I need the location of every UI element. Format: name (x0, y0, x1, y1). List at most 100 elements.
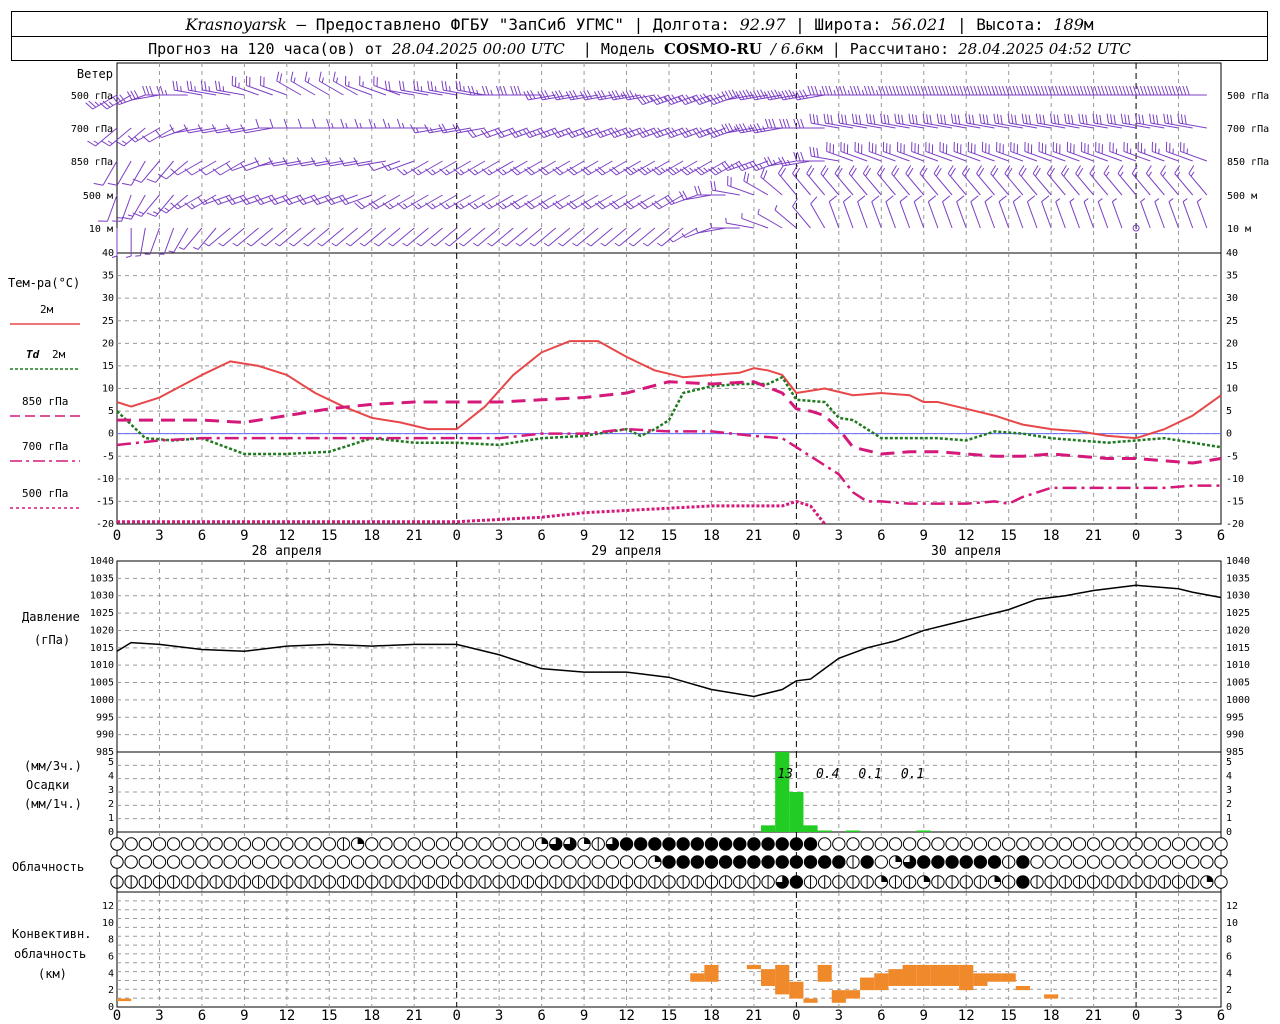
wind-barb-shaft (933, 173, 953, 196)
wind-barb (1083, 198, 1095, 229)
wind-barb (1154, 198, 1165, 229)
wind-barb-shaft (304, 80, 330, 96)
wind-barb-flag (1115, 85, 1120, 96)
wind-barb-flag (1141, 114, 1145, 125)
wind-barb-flag (866, 113, 869, 124)
wind-barb (657, 227, 684, 247)
wind-barb-half-flag (168, 250, 174, 253)
wind-barb-flag (1095, 114, 1099, 124)
conv-cloud-bar (704, 964, 719, 982)
cloud-cover-symbol (152, 855, 167, 869)
wind-barb-shaft (810, 203, 826, 229)
temp-tick-left: 0 (108, 429, 114, 440)
wind-barb-flag (957, 114, 961, 125)
temp-tick-right: 30 (1226, 293, 1238, 304)
wind-barb-flag (849, 85, 854, 96)
wind-barb (157, 160, 189, 180)
time-axis-upper-tick-label: 6 (877, 528, 885, 544)
wind-barb-flag (318, 71, 322, 82)
wind-barb-flag (856, 85, 861, 96)
wind-barb-shaft (792, 206, 811, 229)
cloud-cover-symbol (379, 875, 393, 889)
wind-barb-half-flag (1097, 198, 1103, 203)
wind-barb (913, 195, 925, 229)
cloud-circle (209, 837, 223, 851)
wind-barb-flag (1012, 85, 1017, 96)
wind-barb-flag (1040, 85, 1045, 96)
wind-barb-shaft (778, 173, 797, 196)
temp-tick-right: 15 (1226, 361, 1238, 372)
cloud-cover-symbol (1171, 855, 1186, 869)
wind-barb-shaft (984, 201, 996, 229)
wind-barb-flag (427, 80, 430, 91)
cloud-cover-symbol (464, 837, 478, 851)
cloud-circle (747, 837, 761, 851)
wind-barb-flag (586, 90, 593, 99)
wind-barb-shaft (1069, 201, 1080, 229)
precip-amount-label: 13 (777, 767, 793, 782)
wind-barb-half-flag (217, 198, 222, 204)
wind-barb-flag (615, 90, 621, 99)
wind-barb (566, 194, 599, 210)
time-axis-upper-tick-label: 21 (745, 528, 762, 544)
wind-barb (1055, 198, 1066, 229)
wind-barb-flag (458, 81, 462, 91)
wind-barb-flag (869, 114, 872, 124)
wind-barb-half-flag (449, 86, 451, 92)
time-axis-upper-tick-label: 0 (1132, 528, 1140, 544)
wind-barb-half-flag (689, 167, 694, 172)
wind-barb-flag (1185, 85, 1190, 96)
date-label: 28 апреля (252, 544, 322, 559)
wind-barb-flag (159, 85, 164, 96)
cloud-circle (775, 837, 789, 851)
wind-barb-half-flag (164, 207, 170, 212)
wind-barb-flag (830, 114, 833, 125)
wind-barb-flag (952, 85, 957, 96)
pressure-unit: (гПа) (34, 633, 70, 647)
wind-barb-flag (126, 91, 133, 101)
wind-barb (1174, 165, 1194, 196)
cloud-cover-symbol (209, 855, 223, 869)
cloud-quarter-fill (895, 855, 902, 862)
wind-barb-flag (204, 81, 207, 91)
wind-barb-flag (779, 118, 784, 129)
cloud-cover-symbol (577, 855, 591, 869)
cloud-cover-symbol (308, 855, 322, 869)
cloud-cover-symbol (407, 837, 421, 851)
wind-barb-flag (867, 85, 872, 96)
temp-tick-left: -10 (96, 474, 114, 485)
wind-barb-flag (1120, 113, 1124, 124)
wind-barb-flag (821, 85, 826, 96)
wind-barb-half-flag (194, 86, 196, 92)
wind-barb-flag (1072, 85, 1077, 96)
wind-barb-shaft (966, 122, 995, 129)
wind-barb-half-flag (1168, 198, 1174, 203)
cloud-cover-symbol (195, 837, 209, 851)
temp-tick-right: -5 (1226, 451, 1238, 462)
cloud-circle (1072, 837, 1087, 851)
wind-barb-half-flag (445, 203, 450, 208)
cloud-circle (902, 837, 917, 851)
cloud-cover-symbol (449, 855, 464, 869)
wind-barb-flag (1139, 85, 1144, 96)
wind-barb (990, 165, 1010, 196)
wind-barb-flag (1069, 85, 1074, 96)
cloud-cover-symbol (973, 837, 988, 851)
cloud-circle (223, 855, 237, 869)
precip-tick-right: 4 (1226, 771, 1232, 782)
wind-barb (566, 160, 599, 176)
pressure-tick-left: 1030 (90, 591, 114, 602)
wind-barb-flag (1044, 85, 1049, 96)
time-axis-upper-tick-label: 21 (406, 528, 423, 544)
wind-barb-flag (902, 85, 907, 96)
cloud-cover-symbol (265, 855, 280, 869)
wind-barb-shaft (1174, 173, 1194, 196)
cloud-cover-symbol (959, 837, 973, 851)
wind-barb-shaft (1012, 201, 1024, 229)
cloud-cover-symbol (534, 855, 549, 869)
cloud-circle (817, 855, 832, 869)
wind-barb-half-flag (515, 242, 521, 247)
precip-tick-left: 0 (108, 827, 114, 838)
cloud-cover-symbol (633, 837, 648, 851)
wind-barb-flag (530, 90, 536, 99)
